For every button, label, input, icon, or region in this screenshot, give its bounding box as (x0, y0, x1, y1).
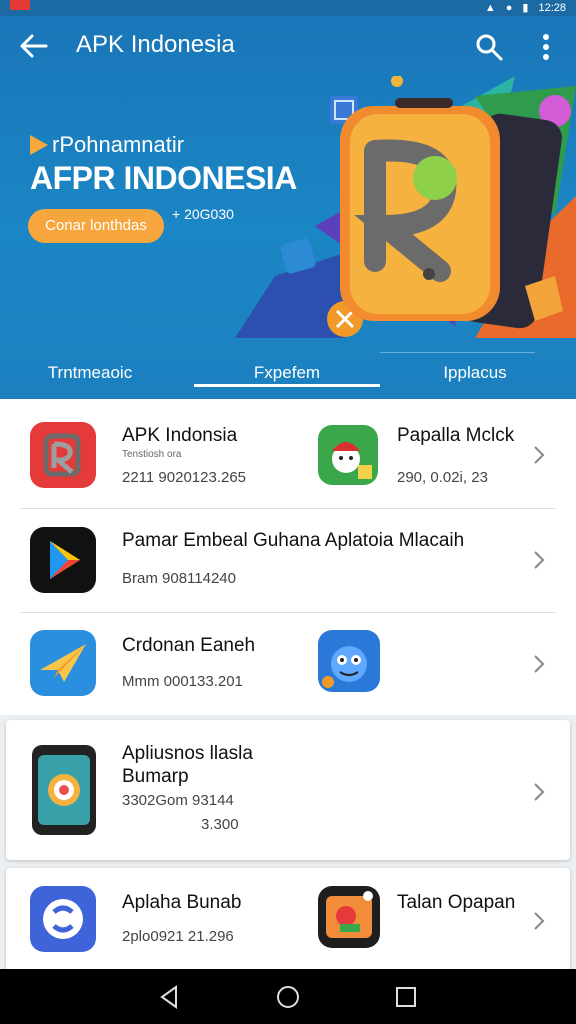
back-arrow-icon[interactable] (18, 30, 50, 62)
app-title: Aplaha Bunab (122, 892, 242, 913)
paper-plane-app-icon[interactable] (30, 630, 96, 696)
tab-divider (380, 352, 535, 353)
hero-banner[interactable]: rPohnamnatir AFPR INDONESIA Conar lonthd… (0, 75, 576, 346)
app-meta-secondary: 3.300 (201, 816, 239, 833)
header: APK Indonesia rPohnamnatir AFPR INDONESI… (0, 16, 576, 399)
apk-indonesia-app-icon[interactable] (30, 422, 96, 488)
tab-bar: Trntmeaoic Fxpefem Ipplacus (0, 346, 576, 399)
cartoon-character-app-icon[interactable] (318, 425, 378, 485)
app-bar: APK Indonesia (0, 16, 576, 76)
app-meta: 2211 9020123.265 (122, 469, 247, 486)
phone-search-app-icon[interactable] (32, 745, 96, 835)
chevron-right-icon[interactable] (532, 910, 546, 932)
app-list: APK Indonsia Tenstiosh ora 2211 9020123.… (0, 399, 576, 978)
app-title: Talan Opapan (397, 892, 516, 913)
chevron-right-icon[interactable] (532, 781, 546, 803)
tab-indicator (194, 384, 380, 387)
hero-illustration (235, 75, 576, 338)
list-item-card[interactable]: Aplaha Bunab 2plo0921 21.296 Talan Opapa… (6, 868, 570, 978)
back-nav-icon[interactable] (156, 983, 184, 1011)
status-bar: ▲ ● ▮ 12:28 (0, 0, 576, 16)
app-developer: Tenstiosh ora (122, 449, 182, 460)
app-meta: 290, 0.02i, 23 (397, 469, 488, 486)
home-nav-icon[interactable] (274, 983, 302, 1011)
tab-2[interactable]: Fxpefem (194, 346, 380, 399)
list-item[interactable]: Crdonan Eaneh Mmm 000133.201 (0, 613, 576, 715)
app-title-line2: Bumarp (122, 766, 189, 787)
app-title: APK Indonsia (122, 425, 238, 446)
wifi-icon: ● (505, 1, 513, 14)
signal-icon: ▲ (484, 1, 496, 14)
recents-nav-icon[interactable] (392, 983, 420, 1011)
chevron-right-icon[interactable] (532, 653, 546, 675)
play-store-app-icon[interactable] (30, 527, 96, 593)
app-title: Crdonan Eaneh (122, 635, 256, 656)
app-title: Papalla Mclck (397, 425, 515, 446)
play-logo-icon (30, 135, 48, 155)
monster-game-app-icon[interactable] (318, 630, 380, 692)
search-icon[interactable] (474, 32, 504, 62)
chevron-right-icon[interactable] (532, 444, 546, 466)
status-icons: ▲ ● ▮ 12:28 (484, 1, 566, 15)
tab-3[interactable]: Ipplacus (380, 346, 570, 399)
app-title: APK Indonesia (76, 31, 235, 58)
hero-brand-line: rPohnamnatir (30, 132, 184, 158)
shield-app-icon[interactable] (30, 886, 96, 952)
flower-app-icon[interactable] (318, 886, 380, 948)
list-item[interactable]: Pamar Embeal Guhana Aplatoia Mlacaih Bra… (0, 509, 576, 613)
hero-cta-button[interactable]: Conar lonthdas (28, 209, 164, 243)
app-title: Apliusnos llasla (122, 743, 253, 764)
list-item[interactable]: APK Indonsia Tenstiosh ora 2211 9020123.… (0, 399, 576, 509)
status-time: 12:28 (538, 1, 566, 14)
tab-1[interactable]: Trntmeaoic (0, 346, 180, 399)
app-meta: Bram 908114240 (122, 570, 236, 587)
app-meta: Mmm 000133.201 (122, 673, 243, 690)
hero-brand-text: rPohnamnatir (52, 132, 185, 157)
app-meta: 3302Gom 93144 (122, 792, 234, 809)
notification-icon (10, 0, 30, 10)
app-meta: 2plo0921 21.296 (122, 928, 234, 945)
hero-title: AFPR INDONESIA (30, 160, 297, 196)
more-vert-icon[interactable] (534, 32, 558, 62)
battery-icon: ▮ (522, 2, 529, 14)
hero-count: + 20G030 (172, 206, 234, 222)
app-title: Pamar Embeal Guhana Aplatoia Mlacaih (122, 530, 465, 551)
system-nav-bar (0, 969, 576, 1024)
chevron-right-icon[interactable] (532, 549, 546, 571)
list-item-card[interactable]: Apliusnos llasla Bumarp 3302Gom 93144 3.… (6, 720, 570, 860)
